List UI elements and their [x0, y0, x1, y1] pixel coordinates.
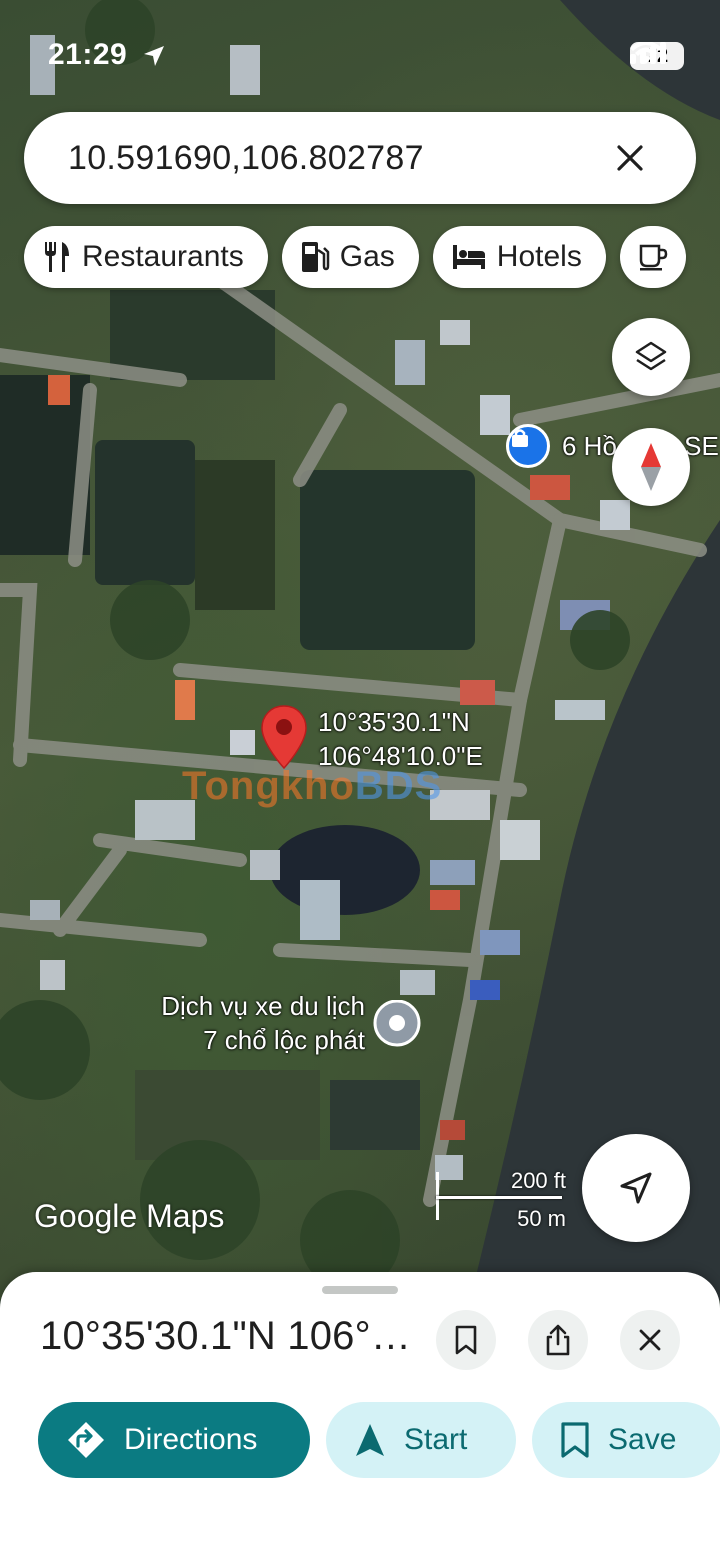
bed-icon [452, 245, 485, 269]
bookmark-button[interactable] [436, 1310, 496, 1370]
close-icon [617, 145, 643, 171]
share-button[interactable] [528, 1310, 588, 1370]
start-label: Start [404, 1423, 468, 1456]
compass-button[interactable] [612, 428, 690, 506]
map-scale: 200 ft 50 m [436, 1164, 566, 1231]
place-title: 10°35'30.1"N 106°48'10.0"E [40, 1314, 420, 1358]
watermark: TongkhoBDS [182, 764, 443, 808]
chip-restaurants[interactable]: Restaurants [24, 226, 268, 288]
search-bar[interactable]: 10.591690,106.802787 [24, 112, 696, 204]
share-icon [546, 1324, 570, 1356]
chip-coffee[interactable] [619, 226, 686, 288]
coffee-cup-icon [639, 244, 668, 271]
layers-button[interactable] [612, 318, 690, 396]
action-buttons: Directions Start Save [38, 1402, 720, 1478]
scale-ft: 200 ft [510, 1168, 566, 1193]
gas-pump-icon [301, 242, 329, 272]
category-chips: Restaurants Gas Hotels [24, 226, 686, 290]
layers-icon [635, 341, 667, 371]
status-time: 21:29 [48, 38, 128, 71]
poi-marker-dich-vu[interactable] [372, 1000, 422, 1050]
save-button[interactable]: Save [532, 1402, 720, 1478]
save-label: Save [608, 1423, 677, 1456]
bookmark-icon [455, 1325, 477, 1355]
location-arrow-icon [144, 46, 164, 66]
search-input[interactable]: 10.591690,106.802787 [68, 139, 608, 178]
chip-label: Hotels [496, 240, 582, 273]
start-button[interactable]: Start [326, 1402, 516, 1478]
wifi-icon [630, 42, 662, 64]
clear-search-button[interactable] [608, 136, 652, 180]
navigation-arrow-icon [620, 1172, 652, 1204]
place-bottom-sheet[interactable]: 10°35'30.1"N 106°48'10.0"E Directions [0, 1272, 720, 1559]
status-bar: 21:29 72 [0, 0, 720, 110]
chip-label: Restaurants [82, 240, 244, 273]
directions-icon [68, 1422, 104, 1458]
chip-hotels[interactable]: Hotels [432, 226, 606, 288]
fork-knife-icon [45, 242, 69, 272]
directions-button[interactable]: Directions [38, 1402, 310, 1478]
shopping-bag-icon [512, 429, 528, 447]
sheet-drag-handle[interactable] [322, 1286, 398, 1294]
poi-marker-6h[interactable] [506, 424, 550, 468]
scale-m: 50 m [517, 1206, 566, 1231]
directions-label: Directions [124, 1423, 258, 1456]
compass-icon [641, 443, 661, 491]
my-location-button[interactable] [582, 1134, 690, 1242]
google-maps-logo: Google Maps [34, 1198, 225, 1234]
close-icon [639, 1329, 661, 1351]
navigation-start-icon [356, 1424, 384, 1456]
poi-label-dich-vu[interactable]: Dịch vụ xe du lịch 7 chổ lộc phát [100, 990, 365, 1058]
location-pin-icon[interactable] [260, 704, 308, 772]
chip-gas[interactable]: Gas [281, 226, 419, 288]
chip-label: Gas [339, 240, 395, 273]
bookmark-icon [561, 1422, 589, 1458]
close-sheet-button[interactable] [620, 1310, 680, 1370]
